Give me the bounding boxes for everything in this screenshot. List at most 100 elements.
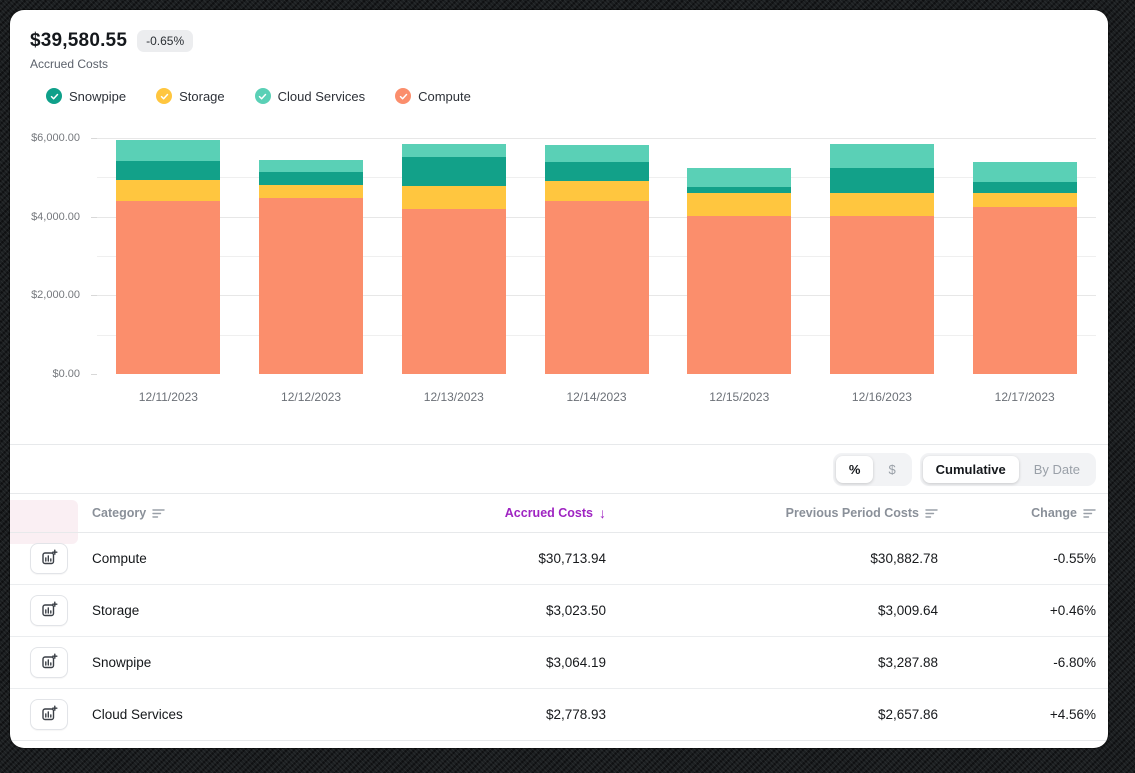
- bar-segment-snowpipe[interactable]: [830, 168, 934, 193]
- toggle-cumulative[interactable]: Cumulative: [923, 456, 1019, 483]
- bar-segment-compute[interactable]: [116, 201, 220, 374]
- chart-legend: Snowpipe Storage Cloud Services Compute: [46, 88, 471, 104]
- stacked-bar: [116, 140, 220, 374]
- stacked-bar: [830, 144, 934, 374]
- stacked-bar: [687, 168, 791, 374]
- bar-segment-cloud-services[interactable]: [259, 160, 363, 172]
- column-header-label: Previous Period Costs: [786, 506, 919, 520]
- bar-segment-cloud-services[interactable]: [545, 145, 649, 162]
- add-to-chart-button[interactable]: [30, 699, 68, 730]
- y-axis-tick-label: $6,000.00: [31, 132, 80, 144]
- accrued-costs-cell: $30,713.94: [392, 551, 606, 566]
- bar-group-12-15-2023[interactable]: [668, 138, 811, 374]
- stacked-bar: [259, 160, 363, 374]
- column-header-label: Accrued Costs: [505, 506, 593, 520]
- bar-segment-storage[interactable]: [402, 186, 506, 208]
- icon-button-cell: [30, 543, 92, 574]
- column-header-accrued-costs[interactable]: Accrued Costs ↓: [392, 506, 606, 520]
- legend-item-cloud-services[interactable]: Cloud Services: [255, 88, 365, 104]
- bar-segment-snowpipe[interactable]: [973, 182, 1077, 193]
- bar-segment-storage[interactable]: [116, 180, 220, 201]
- column-header-category[interactable]: Category: [92, 506, 392, 520]
- legend-item-storage[interactable]: Storage: [156, 88, 225, 104]
- add-to-chart-icon: [41, 705, 58, 725]
- icon-button-cell: [30, 699, 92, 730]
- column-header-change[interactable]: Change: [938, 506, 1096, 520]
- y-axis-tick-label: $0.00: [52, 368, 80, 380]
- legend-item-compute[interactable]: Compute: [395, 88, 471, 104]
- bar-segment-compute[interactable]: [402, 209, 506, 374]
- add-to-chart-button[interactable]: [30, 647, 68, 678]
- accrued-costs-cell: $3,023.50: [392, 603, 606, 618]
- sort-lines-icon: [1083, 508, 1096, 518]
- table-row-compute: Compute$30,713.94$30,882.78-0.55%: [10, 532, 1108, 584]
- accrued-costs-cell: $3,064.19: [392, 655, 606, 670]
- table-row-snowpipe: Snowpipe$3,064.19$3,287.88-6.80%: [10, 636, 1108, 688]
- bar-segment-snowpipe[interactable]: [545, 162, 649, 181]
- sort-desc-arrow-icon: ↓: [599, 506, 606, 520]
- add-to-chart-icon: [41, 549, 58, 569]
- x-axis-label: 12/17/2023: [953, 390, 1096, 404]
- y-axis-tick-label: $2,000.00: [31, 289, 80, 301]
- accrued-costs-chart: $0.00 $2,000.00 $4,000.00 $6,000.00 12/11/2…: [10, 128, 1108, 420]
- bar-group-12-11-2023[interactable]: [97, 138, 240, 374]
- change-cell: -6.80%: [938, 655, 1096, 670]
- change-badge: -0.65%: [137, 30, 193, 52]
- category-cell: Compute: [92, 551, 392, 566]
- bar-segment-storage[interactable]: [259, 185, 363, 198]
- bar-segment-compute[interactable]: [830, 216, 934, 374]
- bar-segment-compute[interactable]: [259, 198, 363, 374]
- legend-item-label: Compute: [418, 89, 471, 104]
- legend-item-label: Storage: [179, 89, 225, 104]
- accrued-costs-cell: $2,778.93: [392, 707, 606, 722]
- legend-item-snowpipe[interactable]: Snowpipe: [46, 88, 126, 104]
- icon-button-cell: [30, 595, 92, 626]
- bar-segment-storage[interactable]: [687, 193, 791, 216]
- bar-segment-cloud-services[interactable]: [687, 168, 791, 187]
- bar-segment-storage[interactable]: [545, 181, 649, 201]
- bar-segment-snowpipe[interactable]: [402, 157, 506, 187]
- bar-segment-storage[interactable]: [830, 193, 934, 215]
- bar-group-12-17-2023[interactable]: [953, 138, 1096, 374]
- sort-lines-icon: [925, 508, 938, 518]
- icon-button-cell: [30, 647, 92, 678]
- bar-segment-storage[interactable]: [973, 193, 1077, 207]
- change-cell: -0.55%: [938, 551, 1096, 566]
- stacked-bar: [402, 144, 506, 374]
- bar-group-12-12-2023[interactable]: [240, 138, 383, 374]
- bar-segment-snowpipe[interactable]: [259, 172, 363, 185]
- change-cell: +4.56%: [938, 707, 1096, 722]
- bar-segment-snowpipe[interactable]: [116, 161, 220, 180]
- bar-group-12-14-2023[interactable]: [525, 138, 668, 374]
- add-to-chart-button[interactable]: [30, 595, 68, 626]
- bar-segment-cloud-services[interactable]: [830, 144, 934, 168]
- previous-period-cell: $30,882.78: [606, 551, 938, 566]
- legend-check-icon: [156, 88, 172, 104]
- bar-group-12-13-2023[interactable]: [382, 138, 525, 374]
- bar-segment-compute[interactable]: [545, 201, 649, 374]
- column-header-previous-period-costs[interactable]: Previous Period Costs: [606, 506, 938, 520]
- chart-x-axis: 12/11/202312/12/202312/13/202312/14/2023…: [97, 390, 1096, 404]
- toggle-$[interactable]: $: [875, 456, 908, 483]
- total-accrued-costs: $39,580.55: [30, 30, 127, 52]
- table-bottom-border: [10, 740, 1108, 741]
- bar-segment-cloud-services[interactable]: [973, 162, 1077, 182]
- toggle-by-date[interactable]: By Date: [1021, 456, 1093, 483]
- toggle-%[interactable]: %: [836, 456, 874, 483]
- bar-segment-compute[interactable]: [973, 207, 1077, 374]
- previous-period-cell: $2,657.86: [606, 707, 938, 722]
- legend-check-icon: [46, 88, 62, 104]
- bar-segment-cloud-services[interactable]: [116, 140, 220, 161]
- bar-group-12-16-2023[interactable]: [811, 138, 954, 374]
- chart-bars: [97, 138, 1096, 374]
- add-to-chart-icon: [41, 653, 58, 673]
- x-axis-label: 12/16/2023: [811, 390, 954, 404]
- x-axis-label: 12/12/2023: [240, 390, 383, 404]
- add-to-chart-button[interactable]: [30, 543, 68, 574]
- y-axis-tick-label: $4,000.00: [31, 211, 80, 223]
- dashboard-card: $39,580.55 -0.65% Accrued Costs Snowpipe…: [10, 10, 1108, 748]
- unit-toggle-group: %$: [833, 453, 912, 486]
- bar-segment-compute[interactable]: [687, 216, 791, 374]
- stacked-bar: [545, 145, 649, 374]
- bar-segment-cloud-services[interactable]: [402, 144, 506, 157]
